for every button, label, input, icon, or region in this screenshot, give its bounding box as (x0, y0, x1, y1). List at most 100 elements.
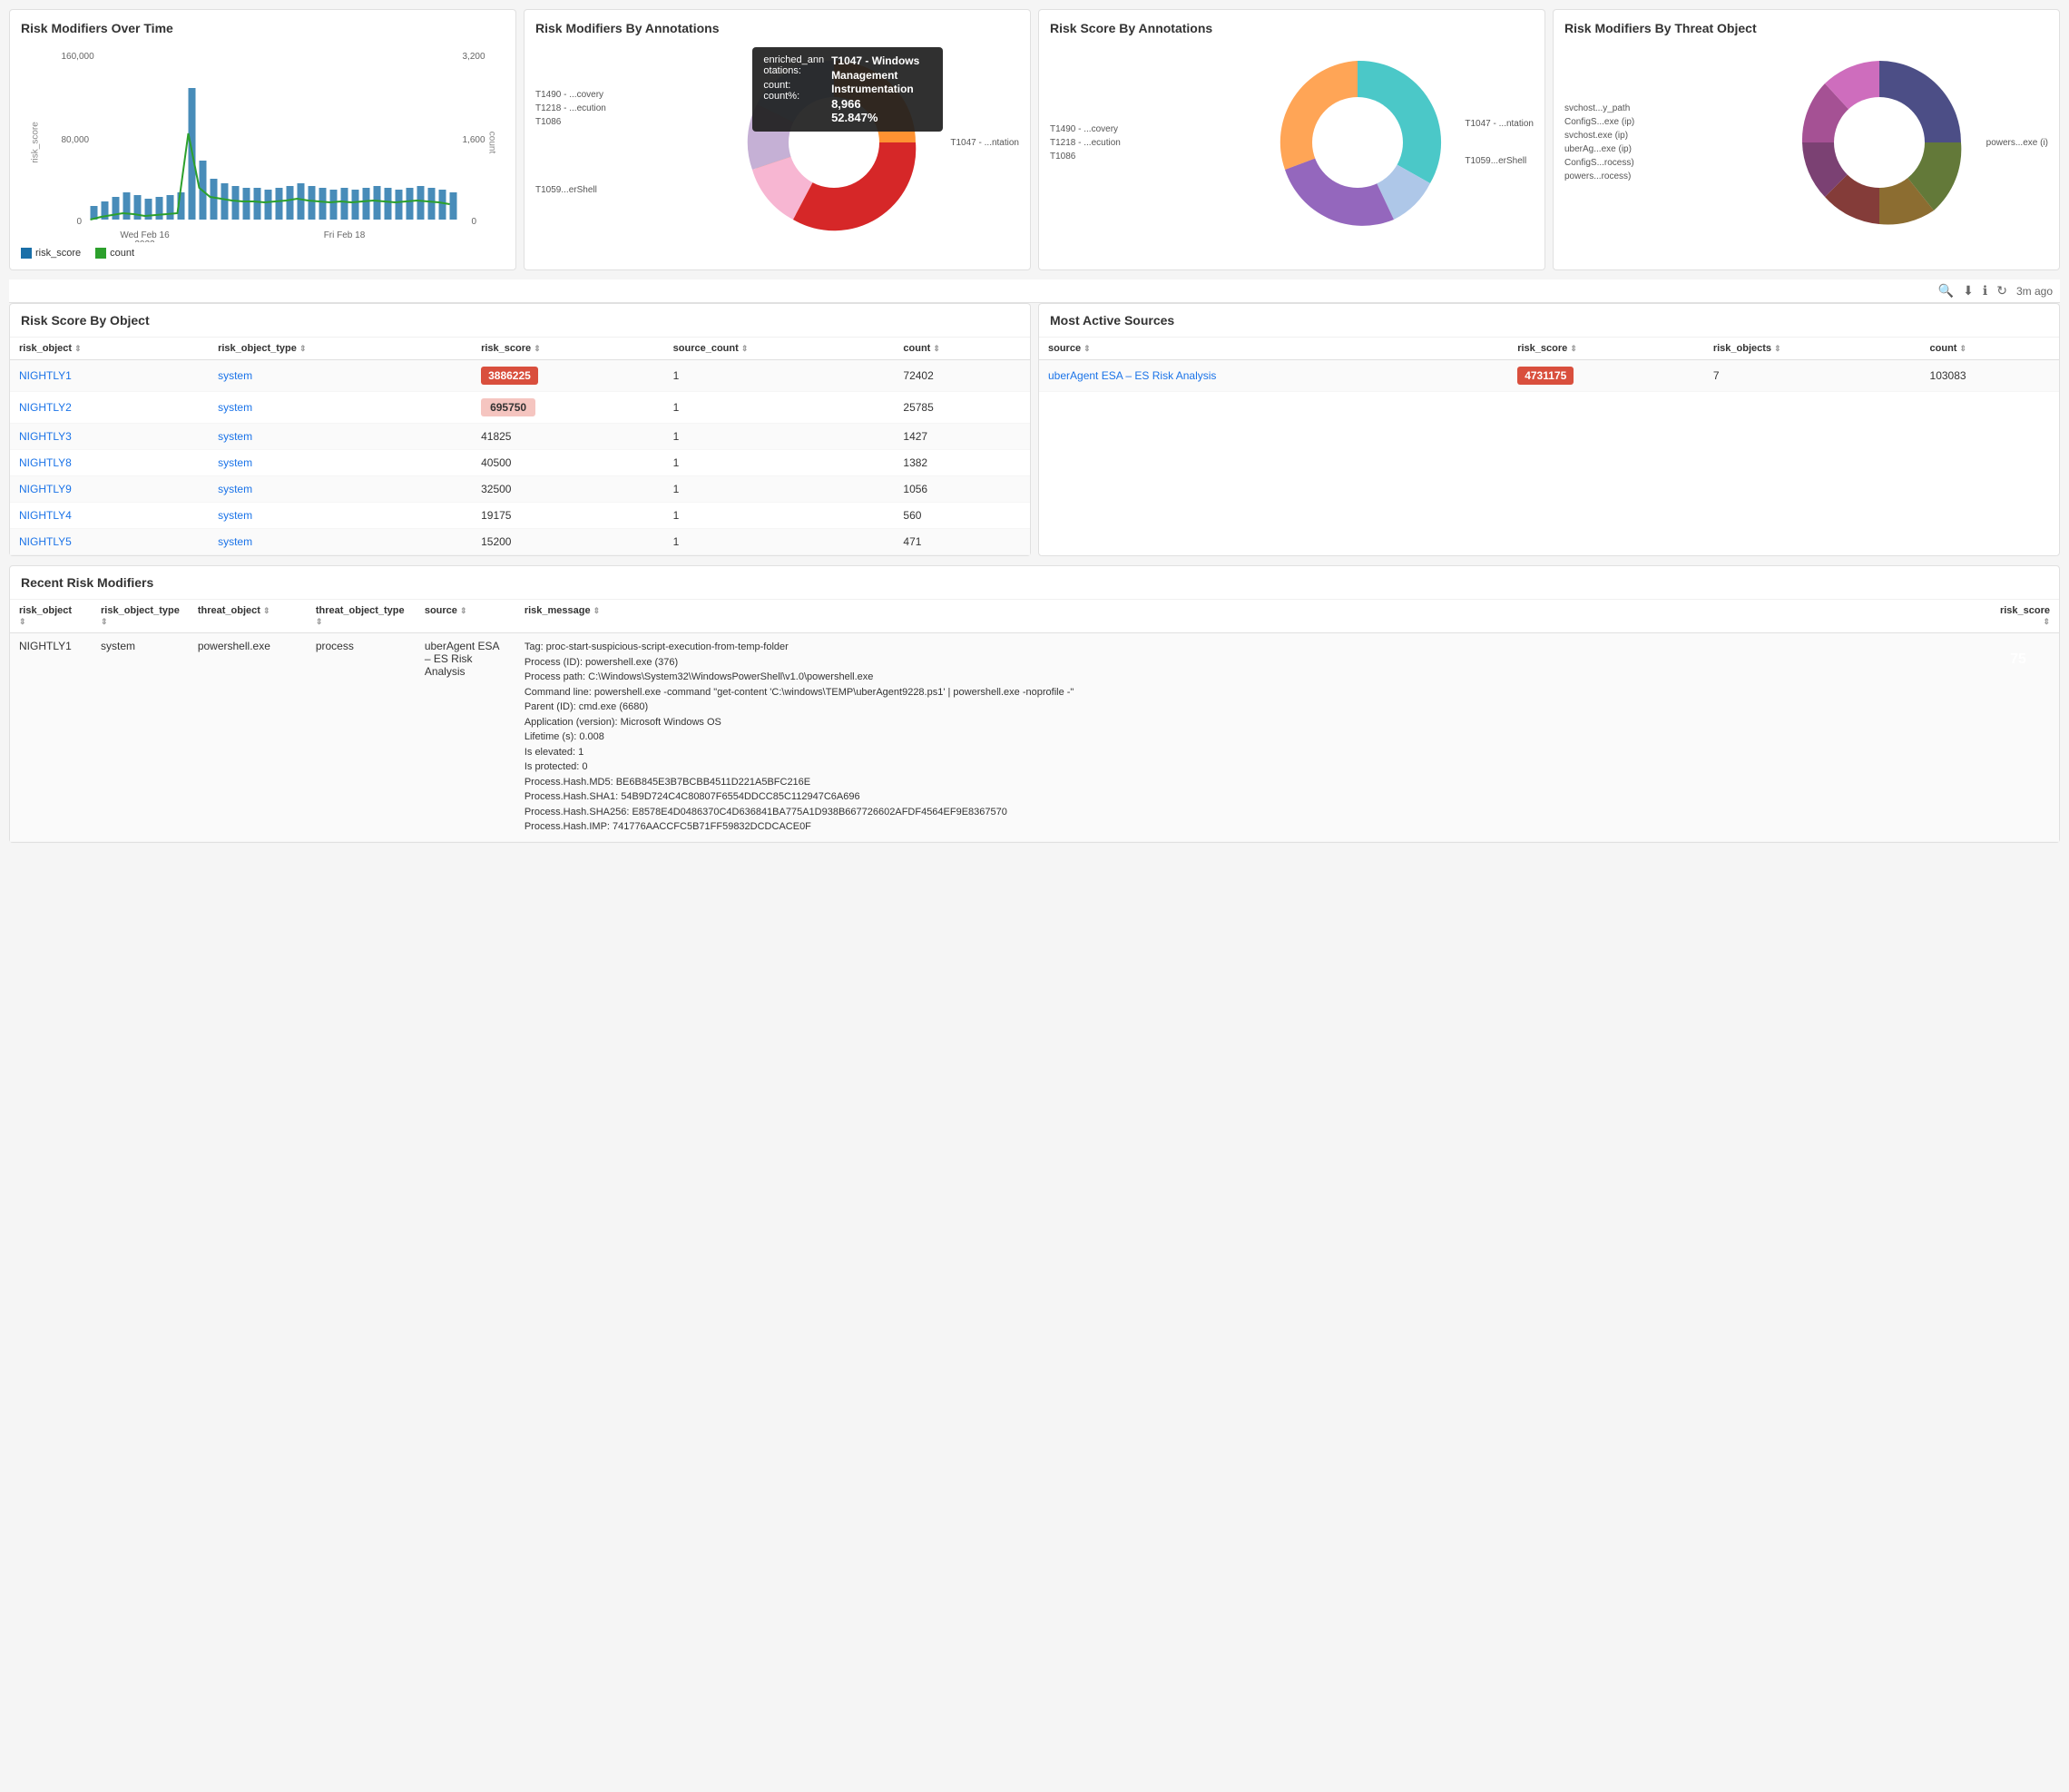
col-recent-risk-object[interactable]: risk_object⇕ (10, 600, 92, 633)
score-label-t1490: T1490 - ...covery (1050, 124, 1258, 134)
risk-object-type-cell[interactable]: system (209, 529, 472, 555)
col-threat-object-type[interactable]: threat_object_type⇕ (307, 600, 416, 633)
risk-object-type-cell[interactable]: system (209, 503, 472, 529)
source-count-cell: 1 (664, 450, 895, 476)
time-ago: 3m ago (2016, 285, 2053, 298)
x-tick-1b: 2022 (134, 240, 155, 242)
tooltip-inner: enriched_ann otations: count: count%: T1… (763, 54, 932, 124)
sources-risk-score-cell: 4731175 (1508, 360, 1704, 392)
sources-tbody: uberAgent ESA – ES Risk Analysis 4731175… (1039, 360, 2059, 392)
risk-object-type-cell[interactable]: system (209, 392, 472, 424)
risk-object-type-cell[interactable]: system (209, 424, 472, 450)
sort-icon-recent-source: ⇕ (460, 606, 467, 615)
col-recent-risk-score[interactable]: risk_score⇕ (1977, 600, 2059, 633)
risk-object-cell[interactable]: NIGHTLY4 (10, 503, 209, 529)
risk-by-threat-title: Risk Modifiers By Threat Object (1564, 21, 2048, 35)
col-source-count[interactable]: source_count ⇕ (664, 338, 895, 360)
dashboard: Risk Modifiers Over Time 160,000 80,000 … (0, 0, 2069, 1792)
source-count-cell: 1 (664, 424, 895, 450)
col-sources-count[interactable]: count ⇕ (1921, 338, 2059, 360)
risk-object-cell[interactable]: NIGHTLY8 (10, 450, 209, 476)
col-risk-score[interactable]: risk_score ⇕ (472, 338, 664, 360)
line-chart-container: 160,000 80,000 0 3,200 1,600 0 risk_scor… (21, 43, 505, 242)
source-cell[interactable]: uberAgent ESA – ES Risk Analysis (1039, 360, 1508, 392)
refresh-icon[interactable]: ↻ (1996, 283, 2007, 299)
donut-threat-left-labels: svchost...y_path ConfigS...exe (ip) svch… (1564, 103, 1780, 181)
top-charts-row: Risk Modifiers Over Time 160,000 80,000 … (9, 9, 2060, 270)
bar-group (91, 88, 457, 220)
risk-object-type-cell[interactable]: system (209, 476, 472, 503)
tooltip-right: T1047 - Windows Management Instrumentati… (831, 54, 932, 124)
count-cell: 471 (894, 529, 1030, 555)
download-icon[interactable]: ⬇ (1963, 283, 1974, 299)
risk-object-type-cell[interactable]: system (209, 450, 472, 476)
risk-score-cell: 695750 (472, 392, 664, 424)
donut-score-svg (1258, 43, 1457, 242)
count-cell: 1382 (894, 450, 1030, 476)
risk-object-cell[interactable]: NIGHTLY5 (10, 529, 209, 555)
recent-risk-modifiers-panel: Recent Risk Modifiers risk_object⇕ risk_… (9, 565, 2060, 843)
risk-score-by-annotations-panel: Risk Score By Annotations T1490 - ...cov… (1038, 9, 1545, 270)
risk-score-by-object-table: risk_object ⇕ risk_object_type ⇕ risk_sc… (10, 338, 1030, 555)
col-count[interactable]: count ⇕ (894, 338, 1030, 360)
label-t1490: T1490 - ...covery (535, 90, 725, 100)
table-row: NIGHTLY5 system 15200 1 471 (10, 529, 1030, 555)
line-chart-svg: 160,000 80,000 0 3,200 1,600 0 risk_scor… (21, 43, 505, 242)
y-left-mid: 80,000 (62, 135, 90, 145)
table-row: NIGHTLY8 system 40500 1 1382 (10, 450, 1030, 476)
col-risk-object[interactable]: risk_object ⇕ (10, 338, 209, 360)
risk-object-cell[interactable]: NIGHTLY9 (10, 476, 209, 503)
col-recent-source[interactable]: source ⇕ (416, 600, 515, 633)
score-label-t1086: T1086 (1050, 152, 1258, 162)
y-left-top: 160,000 (62, 52, 95, 62)
col-risk-message[interactable]: risk_message ⇕ (515, 600, 1977, 633)
col-source[interactable]: source ⇕ (1039, 338, 1508, 360)
tooltip-count-label: count: (763, 80, 824, 91)
col-recent-risk-object-type[interactable]: risk_object_type⇕ (92, 600, 189, 633)
recent-risk-modifiers-title: Recent Risk Modifiers (10, 566, 2059, 600)
source-count-cell: 1 (664, 360, 895, 392)
threat-label-svchost-path: svchost...y_path (1564, 103, 1780, 113)
legend-risk-score-label: risk_score (35, 248, 81, 259)
col-threat-object[interactable]: threat_object ⇕ (189, 600, 307, 633)
risk-object-type-cell[interactable]: system (209, 360, 472, 392)
legend-count: count (95, 248, 134, 259)
info-icon[interactable]: ℹ (1983, 283, 1987, 299)
sort-icon-threat-object: ⇕ (263, 606, 270, 615)
col-risk-objects[interactable]: risk_objects ⇕ (1704, 338, 1921, 360)
sort-icon-recent-risk-score: ⇕ (2043, 617, 2050, 626)
risk-object-cell[interactable]: NIGHTLY2 (10, 392, 209, 424)
table-row: uberAgent ESA – ES Risk Analysis 4731175… (1039, 360, 2059, 392)
chart-toolbar: 🔍 ⬇ ℹ ↻ 3m ago (9, 279, 2060, 303)
table-row: NIGHTLY1 system 3886225 1 72402 (10, 360, 1030, 392)
donut-score-right-labels: T1047 - ...ntation T1059...erShell (1465, 119, 1534, 166)
search-icon[interactable]: 🔍 (1938, 283, 1954, 299)
donut-svg-wrapper: enriched_ann otations: count: count%: T1… (725, 43, 943, 242)
col-risk-object-type[interactable]: risk_object_type ⇕ (209, 338, 472, 360)
recent-risk-object-cell: NIGHTLY1 (10, 633, 92, 842)
label-t1086: T1086 (535, 117, 725, 127)
recent-risk-object-type-cell: system (92, 633, 189, 842)
donut-right-label: T1047 - ...ntation (950, 138, 1019, 148)
table-row: NIGHTLY9 system 32500 1 1056 (10, 476, 1030, 503)
label-t1059: T1059...erShell (535, 185, 725, 195)
risk-object-cell[interactable]: NIGHTLY1 (10, 360, 209, 392)
risk-object-cell[interactable]: NIGHTLY3 (10, 424, 209, 450)
risk-by-annotations-title: Risk Modifiers By Annotations (535, 21, 1019, 35)
threat-label-powers-process: powers...rocess) (1564, 171, 1780, 181)
score-badge: 695750 (481, 398, 535, 416)
recent-source-cell: uberAgent ESA – ES Risk Analysis (416, 633, 515, 842)
source-count-cell: 1 (664, 476, 895, 503)
score-label-t1218: T1218 - ...ecution (1050, 138, 1258, 148)
most-active-sources-title: Most Active Sources (1039, 304, 2059, 338)
col-sources-risk-score[interactable]: risk_score ⇕ (1508, 338, 1704, 360)
y-left-bot: 0 (77, 217, 83, 227)
recent-risk-score-cell: 75 (1977, 633, 2059, 842)
risk-object-tbody: NIGHTLY1 system 3886225 1 72402 NIGHTLY2… (10, 360, 1030, 555)
score-badge: 4731175 (1517, 367, 1574, 385)
y-right-mid: 1,600 (463, 135, 485, 145)
risk-score-by-object-panel: Risk Score By Object risk_object ⇕ risk_… (9, 303, 1031, 556)
sort-icon-recent-risk-object-type: ⇕ (101, 617, 108, 626)
sources-count-cell: 103083 (1921, 360, 2059, 392)
donut-threat-container: svchost...y_path ConfigS...exe (ip) svch… (1564, 43, 2048, 242)
